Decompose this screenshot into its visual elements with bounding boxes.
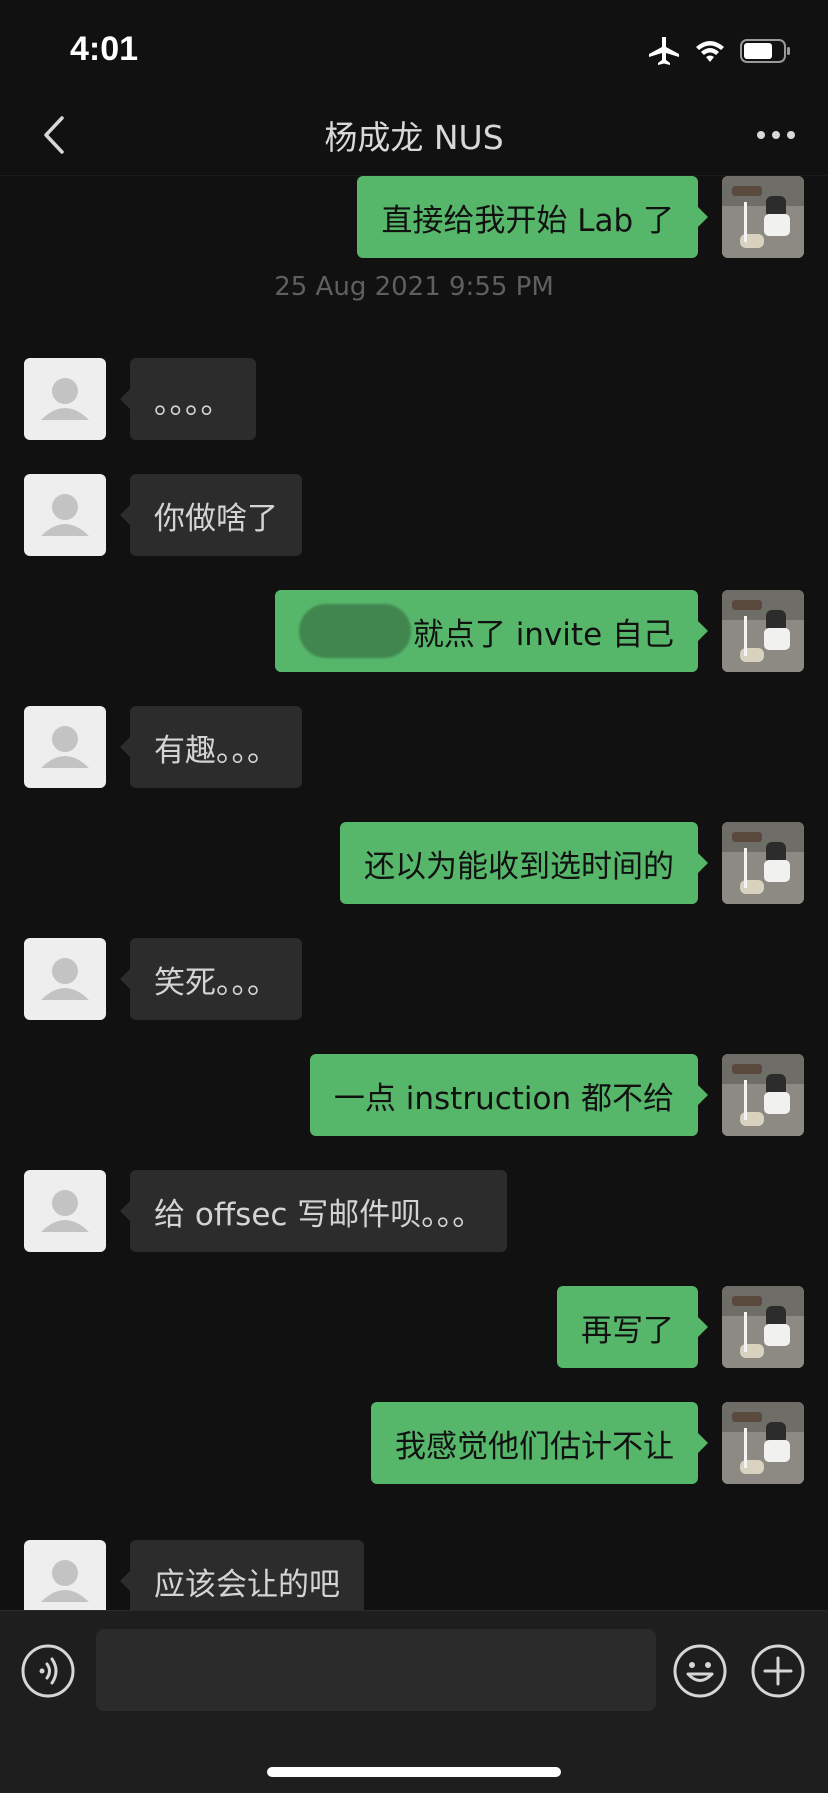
airplane-mode-icon — [648, 36, 680, 70]
avatar-photo-icon — [722, 1402, 804, 1484]
avatar-photo-icon — [722, 822, 804, 904]
message-text: 有趣。。。 — [154, 732, 278, 769]
emoji-icon — [673, 1644, 727, 1698]
message-row: 有趣。。。 — [0, 706, 828, 788]
avatar-photo-icon — [722, 1286, 804, 1368]
message-row: 还以为能收到选时间的 — [0, 822, 828, 904]
message-text: 。。。。 — [154, 384, 232, 421]
more-dots-icon — [757, 131, 795, 139]
message-text: 一点 instruction 都不给 — [333, 1080, 674, 1117]
my-avatar[interactable] — [722, 590, 804, 672]
message-bubble-sent[interactable]: 再写了 — [557, 1286, 708, 1368]
message-bubble-received[interactable]: 笑死。。。 — [120, 938, 302, 1020]
message-row: 你做啥了 — [0, 474, 828, 556]
message-row: 给 offsec 写邮件呗。。。 — [0, 1170, 828, 1252]
default-avatar-icon — [41, 1560, 89, 1602]
avatar-photo-icon — [722, 176, 804, 258]
message-text: 笑死。。。 — [154, 964, 278, 1001]
default-avatar-icon — [41, 1190, 89, 1232]
contact-avatar[interactable] — [24, 938, 106, 1020]
message-text: 还以为能收到选时间的 — [364, 848, 674, 885]
message-row: 一点 instruction 都不给 — [0, 1054, 828, 1136]
message-row: 就点了 invite 自己 — [0, 590, 828, 672]
my-avatar[interactable] — [722, 176, 804, 258]
message-bubble-sent[interactable]: 还以为能收到选时间的 — [340, 822, 708, 904]
battery-icon — [740, 38, 792, 68]
plus-circle-icon — [751, 1644, 805, 1698]
message-bubble-sent[interactable]: 我感觉他们估计不让 — [371, 1402, 708, 1484]
voice-input-button[interactable] — [20, 1643, 76, 1699]
message-row: 再写了 — [0, 1286, 828, 1368]
emoji-button[interactable] — [672, 1643, 728, 1699]
message-row: 应该会让的吧 — [0, 1540, 828, 1610]
message-text: 给 offsec 写邮件呗。。。 — [154, 1196, 484, 1233]
avatar-photo-icon — [722, 590, 804, 672]
message-text: 应该会让的吧 — [154, 1566, 340, 1603]
chat-title: 杨成龙 NUS — [324, 118, 504, 157]
status-time: 4:01 — [70, 30, 139, 68]
home-indicator[interactable] — [267, 1767, 561, 1777]
my-avatar[interactable] — [722, 1054, 804, 1136]
avatar-photo-icon — [722, 1054, 804, 1136]
contact-avatar[interactable] — [24, 1540, 106, 1610]
default-avatar-icon — [41, 958, 89, 1000]
message-bubble-sent[interactable]: 一点 instruction 都不给 — [309, 1054, 709, 1136]
message-text: 就点了 invite 自己 — [412, 616, 674, 653]
message-row: 直接给我开始 Lab 了 — [0, 176, 828, 258]
message-bubble-received[interactable]: 应该会让的吧 — [120, 1540, 364, 1610]
default-avatar-icon — [41, 726, 89, 768]
more-options-button[interactable] — [746, 107, 806, 163]
message-row: 笑死。。。 — [0, 938, 828, 1020]
message-text: 我感觉他们估计不让 — [395, 1428, 674, 1465]
message-bubble-sent[interactable]: 直接给我开始 Lab 了 — [357, 176, 708, 258]
my-avatar[interactable] — [722, 822, 804, 904]
default-avatar-icon — [41, 494, 89, 536]
message-text: 直接给我开始 Lab 了 — [381, 202, 674, 239]
message-bubble-sent[interactable]: 就点了 invite 自己 — [274, 590, 709, 672]
more-actions-button[interactable] — [750, 1643, 806, 1699]
contact-avatar[interactable] — [24, 706, 106, 788]
status-bar: 4:01 — [0, 0, 828, 95]
message-row: 。。。。 — [0, 358, 828, 440]
contact-avatar[interactable] — [24, 1170, 106, 1252]
message-list[interactable]: 直接给我开始 Lab 了 25 Aug 2021 9:55 PM 。。。。 你做… — [0, 176, 828, 1610]
contact-avatar[interactable] — [24, 474, 106, 556]
wifi-icon — [694, 38, 726, 68]
message-text: 再写了 — [581, 1312, 674, 1349]
message-bubble-received[interactable]: 。。。。 — [120, 358, 256, 440]
message-row: 我感觉他们估计不让 — [0, 1402, 828, 1484]
chat-header: 杨成龙 NUS — [0, 95, 828, 176]
message-bubble-received[interactable]: 给 offsec 写邮件呗。。。 — [119, 1170, 508, 1252]
input-bar — [0, 1610, 828, 1793]
message-text: 你做啥了 — [154, 500, 278, 537]
status-icons — [648, 36, 792, 70]
message-bubble-received[interactable]: 你做啥了 — [120, 474, 302, 556]
redacted-blur — [298, 604, 411, 658]
contact-avatar[interactable] — [24, 358, 106, 440]
my-avatar[interactable] — [722, 1286, 804, 1368]
message-timestamp: 25 Aug 2021 9:55 PM — [274, 272, 554, 302]
my-avatar[interactable] — [722, 1402, 804, 1484]
voice-icon — [21, 1644, 75, 1698]
message-input[interactable] — [96, 1629, 656, 1711]
message-bubble-received[interactable]: 有趣。。。 — [120, 706, 302, 788]
default-avatar-icon — [41, 378, 89, 420]
